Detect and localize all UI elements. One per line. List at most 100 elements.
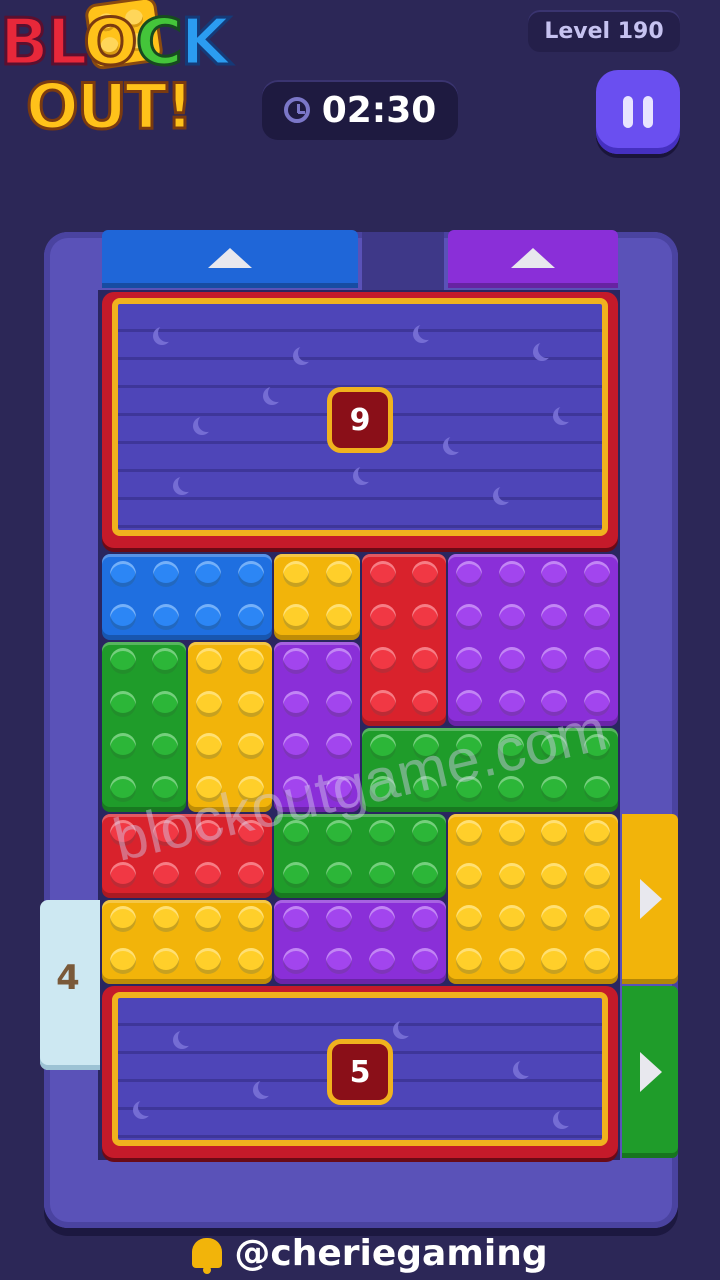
creator-handle: @cheriegaming bbox=[180, 1226, 560, 1280]
timer-value: 02:30 bbox=[321, 89, 437, 131]
lock-counter: 9 bbox=[327, 387, 393, 453]
block-stud bbox=[412, 603, 438, 630]
block-stud bbox=[541, 947, 568, 974]
locked-crate-bottom: 5 bbox=[102, 986, 618, 1158]
block-stud bbox=[110, 820, 137, 846]
block-stud bbox=[370, 734, 397, 760]
block-stud bbox=[152, 560, 179, 587]
exit-gate-green bbox=[622, 986, 678, 1158]
block-stud bbox=[368, 906, 395, 932]
block-stud bbox=[498, 905, 525, 932]
block-stud bbox=[541, 560, 568, 587]
block-stud bbox=[282, 906, 309, 932]
block-stud bbox=[498, 734, 525, 760]
block-stud bbox=[541, 603, 568, 630]
block-stud bbox=[152, 775, 178, 802]
block-stud bbox=[152, 862, 179, 888]
block-stud bbox=[195, 820, 222, 846]
block-stud bbox=[583, 947, 610, 974]
block-purple[interactable] bbox=[274, 642, 360, 812]
block-stud bbox=[282, 603, 309, 630]
pause-button[interactable] bbox=[596, 70, 680, 154]
block-stud bbox=[152, 733, 178, 760]
block-yellow[interactable] bbox=[274, 554, 360, 640]
block-stud bbox=[413, 734, 439, 760]
block-stud bbox=[411, 820, 438, 846]
block-green[interactable] bbox=[274, 814, 446, 898]
block-stud bbox=[325, 820, 352, 846]
block-stud bbox=[325, 775, 352, 802]
block-stud bbox=[152, 948, 179, 974]
arrow-up-icon bbox=[511, 248, 555, 268]
block-stud bbox=[282, 560, 309, 587]
block-stud bbox=[498, 776, 525, 802]
block-stud bbox=[325, 862, 352, 888]
pause-icon bbox=[623, 96, 633, 128]
block-yellow[interactable] bbox=[102, 900, 272, 984]
block-stud bbox=[196, 733, 222, 760]
block-stud bbox=[498, 689, 525, 716]
arrow-up-icon bbox=[208, 248, 252, 268]
exit-gate-blue bbox=[102, 230, 358, 288]
block-stud bbox=[195, 603, 222, 630]
block-stud bbox=[541, 734, 567, 760]
block-stud bbox=[282, 820, 309, 846]
block-stud bbox=[237, 603, 264, 630]
block-stud bbox=[583, 776, 610, 802]
block-stud bbox=[455, 776, 482, 802]
block-stud bbox=[325, 690, 352, 717]
block-yellow[interactable] bbox=[448, 814, 618, 984]
block-stud bbox=[456, 947, 483, 974]
block-stud bbox=[583, 689, 610, 716]
block-stud bbox=[237, 862, 264, 888]
block-stud bbox=[411, 862, 438, 888]
block-red[interactable] bbox=[362, 554, 446, 726]
block-stud bbox=[583, 646, 610, 673]
block-stud bbox=[282, 775, 309, 802]
block-stud bbox=[541, 820, 568, 847]
block-stud bbox=[583, 560, 610, 587]
block-stud bbox=[238, 690, 264, 717]
block-stud bbox=[368, 862, 395, 888]
block-stud bbox=[238, 648, 264, 675]
block-blue[interactable] bbox=[102, 554, 272, 640]
frozen-gate: 4 bbox=[40, 900, 100, 1070]
handle-text: @cheriegaming bbox=[234, 1232, 548, 1274]
clock-icon bbox=[283, 97, 310, 123]
block-stud bbox=[541, 862, 568, 889]
block-stud bbox=[498, 947, 525, 974]
ice-counter: 4 bbox=[56, 958, 80, 998]
block-stud bbox=[110, 862, 137, 888]
exit-gate-purple bbox=[448, 230, 618, 288]
block-stud bbox=[456, 689, 483, 716]
block-stud bbox=[498, 862, 525, 889]
block-stud bbox=[325, 906, 352, 932]
block-stud bbox=[411, 906, 438, 932]
block-stud bbox=[110, 560, 137, 587]
block-stud bbox=[325, 648, 352, 675]
block-stud bbox=[583, 734, 610, 760]
block-stud bbox=[325, 603, 352, 630]
block-stud bbox=[455, 734, 482, 760]
block-stud bbox=[196, 775, 222, 802]
block-red[interactable] bbox=[102, 814, 272, 898]
block-stud bbox=[237, 820, 264, 846]
block-stud bbox=[282, 862, 309, 888]
block-stud bbox=[498, 646, 525, 673]
block-stud bbox=[110, 733, 136, 760]
block-green[interactable] bbox=[362, 728, 618, 812]
countdown-timer: 02:30 bbox=[262, 80, 458, 140]
block-stud bbox=[110, 948, 137, 974]
block-purple[interactable] bbox=[274, 900, 446, 984]
block-stud bbox=[196, 690, 222, 717]
logo-text-line1: BLOCK bbox=[0, 5, 232, 82]
block-yellow[interactable] bbox=[188, 642, 272, 812]
block-stud bbox=[412, 689, 438, 716]
block-stud bbox=[456, 603, 483, 630]
block-stud bbox=[368, 948, 395, 974]
block-stud bbox=[110, 690, 136, 717]
block-stud bbox=[413, 776, 439, 802]
block-purple[interactable] bbox=[448, 554, 618, 726]
block-stud bbox=[238, 775, 264, 802]
block-green[interactable] bbox=[102, 642, 186, 812]
